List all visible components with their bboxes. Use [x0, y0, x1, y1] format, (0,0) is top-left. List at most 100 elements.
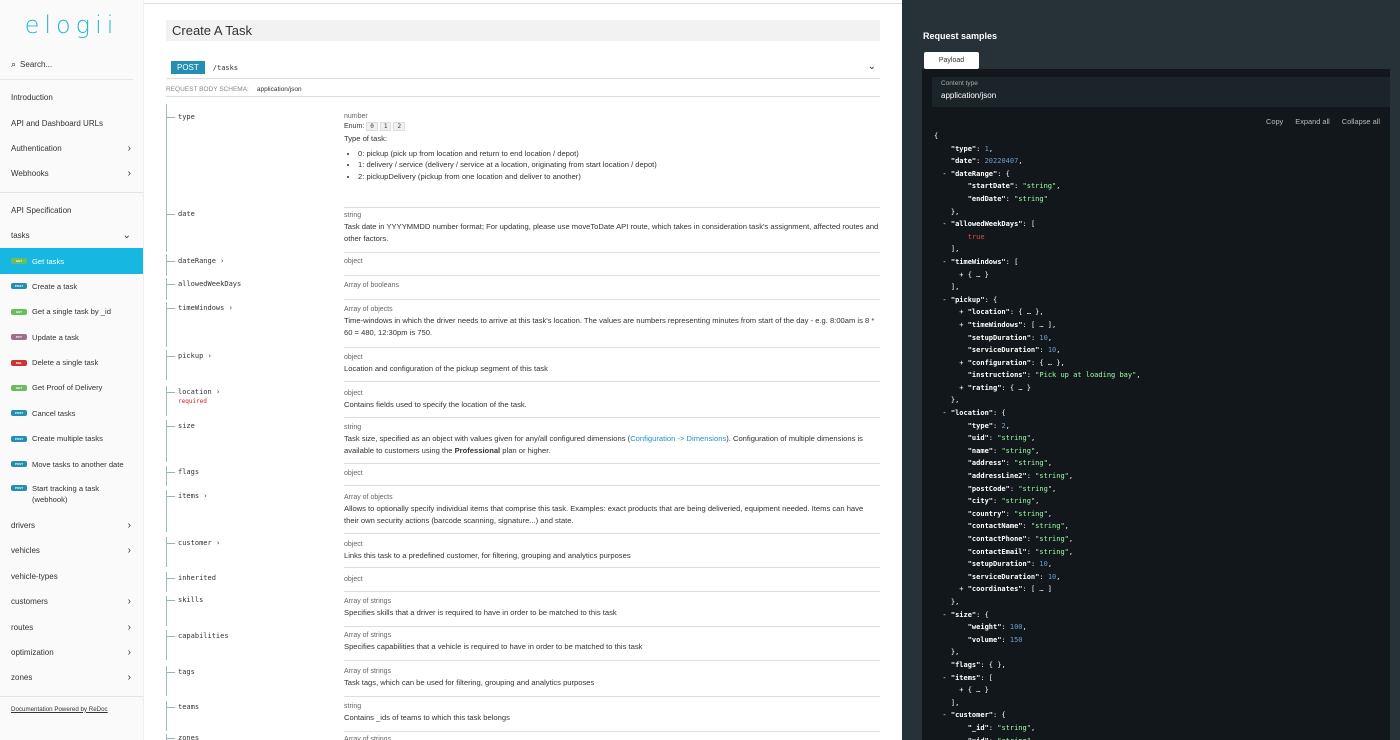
sidebar-item-zones[interactable]: zones ›: [0, 665, 143, 690]
chevron-down-icon: ⌄: [122, 230, 131, 242]
chevron-right-icon: ›: [203, 492, 208, 500]
payload-tab[interactable]: Payload: [924, 52, 979, 69]
param-type: object: [344, 541, 363, 548]
sidebar-item-vehicles[interactable]: vehicles ›: [0, 538, 143, 563]
op-label: Get a single task by _id: [32, 307, 111, 317]
post-badge: POST: [11, 283, 27, 290]
sidebar-item-webhooks[interactable]: Webhooks ›: [0, 161, 143, 186]
sidebar-item-label: API and Dashboard URLs: [11, 118, 104, 128]
param-text: Specifies skills that a driver is requir…: [344, 608, 617, 617]
chevron-right-icon: ›: [207, 352, 212, 360]
sidebar-item-optimization[interactable]: optimization ›: [0, 640, 143, 665]
page-title: Create A Task: [166, 20, 880, 41]
param-type: Array of strings: [344, 632, 392, 639]
chevron-right-icon: ›: [127, 621, 131, 633]
op-create-task[interactable]: POST Create a task: [0, 274, 143, 299]
param-name[interactable]: pickup ›: [166, 352, 212, 360]
param-row[interactable]: customer › object Links this task to a p…: [166, 537, 880, 568]
main-content: Create A Task POST /tasks ⌄ REQUEST BODY…: [144, 0, 902, 740]
param-row[interactable]: dateRange › object: [166, 254, 880, 276]
param-text: Allows to optionally specify individual …: [344, 504, 864, 525]
op-update-task[interactable]: PUT Update a task: [0, 325, 143, 350]
enum-value: 0: [366, 122, 378, 131]
content-type-box[interactable]: Content type application/json: [932, 77, 1390, 107]
logo[interactable]: elogii: [0, 0, 143, 50]
param-row: skills Array of strings Specifies skills…: [166, 596, 880, 627]
op-get-single-task[interactable]: GET Get a single task by _id: [0, 299, 143, 324]
param-name: tags: [166, 668, 195, 676]
dimensions-link[interactable]: Configuration -> Dimensions: [630, 434, 726, 443]
expand-all-button[interactable]: Expand all: [1295, 117, 1330, 126]
op-delete-task[interactable]: DEL Delete a single task: [0, 350, 143, 375]
param-desc: string Task date in YYYYMMDD number form…: [344, 212, 880, 253]
chevron-right-icon: ›: [127, 168, 131, 180]
enum-values: Enum: 0 1 2: [344, 122, 880, 131]
param-type: Array of objects: [344, 306, 393, 313]
param-row[interactable]: items › Array of objects Allows to optio…: [166, 490, 880, 534]
param-name-text: items: [178, 492, 200, 500]
sidebar-item-label: zones: [11, 673, 33, 683]
param-name: flags: [166, 468, 199, 476]
param-name: inherited: [166, 574, 216, 582]
param-row: type number Enum:012 Type of task: 0: pi…: [166, 104, 880, 208]
get-badge: GET: [11, 384, 27, 391]
sidebar-item-label: routes: [11, 622, 34, 632]
param-name: date: [166, 210, 195, 218]
divider: [0, 695, 143, 697]
required-label: required: [178, 398, 207, 405]
sidebar-item-routes[interactable]: routes ›: [0, 614, 143, 639]
sidebar-item-tasks[interactable]: tasks ⌄: [0, 223, 143, 248]
param-desc: string Task size, specified as an object…: [344, 424, 880, 464]
op-cancel-tasks[interactable]: POST Cancel tasks: [0, 401, 143, 426]
sidebar-nav: Introduction API and Dashboard URLs Auth…: [0, 80, 143, 717]
del-badge: DEL: [11, 359, 27, 366]
enum-label: Enum:: [344, 123, 365, 130]
sidebar-item-label: vehicle-types: [11, 571, 58, 581]
schema-type: application/json: [256, 86, 302, 93]
redoc-link[interactable]: Documentation Powered by ReDoc: [0, 702, 143, 717]
param-desc: Array of strings: [344, 736, 880, 740]
op-label: Create multiple tasks: [32, 434, 103, 444]
param-name[interactable]: location › required: [166, 388, 220, 405]
op-create-multiple[interactable]: POST Create multiple tasks: [0, 426, 143, 451]
search-input[interactable]: Search...: [20, 60, 52, 69]
param-type: object: [344, 390, 363, 397]
sidebar-item-api-urls[interactable]: API and Dashboard URLs: [0, 110, 143, 135]
param-row[interactable]: pickup › object Location and configurati…: [166, 350, 880, 382]
list-item: 2: pickupDelivery (pickup from one locat…: [358, 171, 880, 183]
copy-button[interactable]: Copy: [1266, 117, 1283, 126]
param-row[interactable]: location › required object Contains field…: [166, 386, 880, 418]
param-name[interactable]: customer ›: [166, 539, 220, 547]
param-desc: Array of strings Specifies capabilities …: [344, 632, 880, 661]
divider: [0, 191, 143, 193]
op-start-tracking[interactable]: POST Start tracking a task (webhook): [0, 477, 143, 513]
op-label: Cancel tasks: [32, 408, 76, 418]
sidebar-item-vehicle-types[interactable]: vehicle-types: [0, 564, 143, 589]
param-name[interactable]: dateRange ›: [166, 257, 224, 265]
param-row: capabilities Array of strings Specifies …: [166, 630, 880, 661]
param-type: string: [344, 703, 362, 710]
param-row[interactable]: timeWindows › Array of objects Time-wind…: [166, 302, 880, 348]
panel-title: Request samples: [923, 31, 998, 41]
endpoint-bar[interactable]: POST /tasks ⌄: [166, 57, 880, 79]
param-text: Task date in YYYYMMDD number format; For…: [344, 222, 879, 243]
param-name-text: location: [178, 388, 212, 396]
list-item: 0: pickup (pick up from location and ret…: [358, 148, 880, 160]
sidebar-item-customers[interactable]: customers ›: [0, 589, 143, 614]
op-label: Get Proof of Delivery: [32, 383, 103, 393]
param-name[interactable]: timeWindows ›: [166, 304, 233, 312]
op-get-tasks[interactable]: GET Get tasks: [0, 248, 143, 274]
sidebar-item-introduction[interactable]: Introduction: [0, 85, 143, 110]
sidebar-item-drivers[interactable]: drivers ›: [0, 513, 143, 538]
sidebar-item-authentication[interactable]: Authentication ›: [0, 136, 143, 161]
collapse-all-button[interactable]: Collapse all: [1342, 117, 1380, 126]
op-proof-of-delivery[interactable]: GET Get Proof of Delivery: [0, 375, 143, 400]
sidebar: elogii ⌕ Search... Introduction API and …: [0, 0, 144, 740]
search-box[interactable]: ⌕ Search...: [0, 50, 133, 80]
param-row: inherited object: [166, 572, 880, 592]
op-move-tasks[interactable]: POST Move tasks to another date: [0, 451, 143, 476]
param-desc: Array of strings Specifies skills that a…: [344, 598, 880, 627]
param-name[interactable]: items ›: [166, 492, 208, 500]
sidebar-item-label: customers: [11, 597, 48, 607]
chevron-down-icon[interactable]: ⌄: [868, 61, 876, 72]
